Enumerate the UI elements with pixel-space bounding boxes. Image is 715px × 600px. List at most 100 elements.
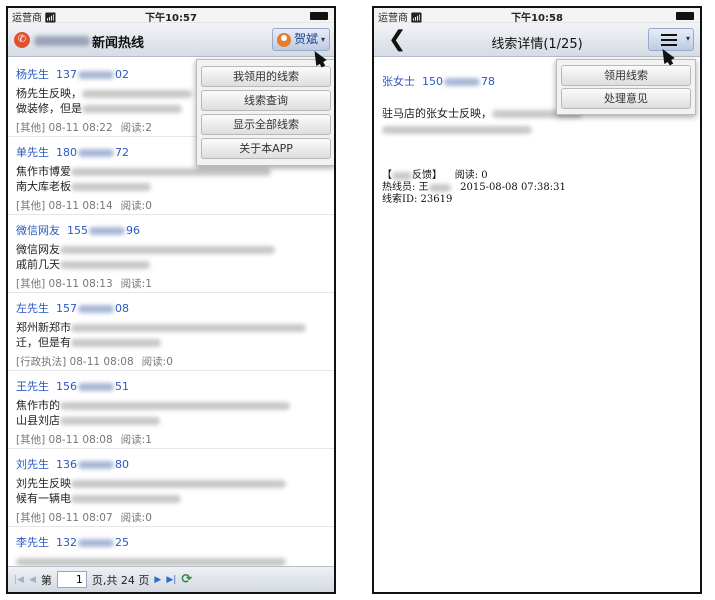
menu-item-handling-opinion[interactable]: 处理意见 xyxy=(561,88,691,109)
redacted-text xyxy=(82,105,182,113)
phone-end: 80 xyxy=(115,458,129,471)
summary-line-2: 候有一辆电 xyxy=(16,492,71,505)
refresh-icon[interactable]: ⟳ xyxy=(181,572,192,587)
phone-start: 180 xyxy=(56,146,77,159)
first-page-icon[interactable]: |◀ xyxy=(14,575,24,585)
phone-screen-news-hotline-list: 运营商 📶︎ 下午10:57 ✆ 新闻热线 贺斌 ▾ 杨先生 137 02 杨先生反… xyxy=(6,6,336,594)
timestamp: 08-11 08:22 xyxy=(48,122,113,134)
user-name: 贺斌 xyxy=(293,32,318,46)
phone-redacted xyxy=(89,227,125,235)
phone-start: 155 xyxy=(67,224,88,237)
category-tag: [其他] xyxy=(16,512,46,524)
menu-item-show-all-clues[interactable]: 显示全部线索 xyxy=(201,114,331,135)
phone-end: 78 xyxy=(481,75,495,88)
phone-end: 51 xyxy=(115,380,129,393)
redacted-text xyxy=(428,183,451,192)
redacted-text xyxy=(71,168,271,176)
category-tag: [其他] xyxy=(16,434,46,446)
list-item[interactable]: 刘先生 136 80 刘先生反映 候有一辆电 [其他] 08-11 08:07 阅读… xyxy=(8,449,334,527)
list-item[interactable]: 微信网友 155 96 微信网友 戚前几天 [其他] 08-11 08:13 阅读:… xyxy=(8,215,334,293)
status-bar: 运营商 📶︎ 下午10:58 xyxy=(374,8,700,24)
read-count: 阅读:0 xyxy=(120,200,152,212)
chevron-down-icon: ▾ xyxy=(685,34,690,43)
summary-line-1: 焦作市博爱 xyxy=(16,165,71,178)
list-item[interactable]: 左先生 157 08 郑州新郑市 迁，但是有 [行政执法] 08-11 08:08… xyxy=(8,293,334,371)
phone-redacted xyxy=(78,305,114,313)
redacted-text xyxy=(60,417,160,425)
caller-name: 杨先生 xyxy=(16,68,49,81)
phone-start: 157 xyxy=(56,302,77,315)
read-count: 阅读:0 xyxy=(120,512,152,524)
caller-name: 单先生 xyxy=(16,146,49,159)
timestamp: 08-11 08:13 xyxy=(48,278,113,290)
summary-line-2: 戚前几天 xyxy=(16,258,60,271)
phone-end: 02 xyxy=(115,68,129,81)
category-tag: [其他] xyxy=(16,122,46,134)
menu-item-clue-search[interactable]: 线索查询 xyxy=(201,90,331,111)
app-title-redacted xyxy=(34,36,90,46)
hamburger-menu-icon xyxy=(661,33,677,46)
list-item[interactable]: 李先生 132 25 xyxy=(8,527,334,566)
phone-redacted xyxy=(78,539,114,547)
redacted-text xyxy=(71,324,306,332)
summary-line-1: 杨先生反映， xyxy=(16,87,82,100)
battery-icon xyxy=(310,12,328,20)
app-title: 新闻热线 xyxy=(92,36,145,51)
read-count: 阅读:0 xyxy=(141,356,173,368)
phone-start: 137 xyxy=(56,68,77,81)
next-page-icon[interactable]: ▶ xyxy=(154,575,161,585)
redacted-text xyxy=(71,183,151,191)
redacted-text xyxy=(392,171,412,180)
phone-end: 25 xyxy=(115,536,129,549)
category-tag: [行政执法] xyxy=(16,356,67,368)
timestamp: 08-11 08:07 xyxy=(48,512,113,524)
actions-menu-button[interactable]: ▾ xyxy=(648,28,694,51)
menu-item-about-app[interactable]: 关于本APP xyxy=(201,138,331,159)
redacted-text xyxy=(382,126,532,134)
operator-time: 2015-08-08 07:38:31 xyxy=(460,182,566,193)
contact-name: 张女士 xyxy=(382,75,415,88)
status-time: 下午10:57 xyxy=(145,13,197,24)
user-dropdown-menu: 我领用的线索 线索查询 显示全部线索 关于本APP xyxy=(196,59,334,166)
summary-line-2: 做装修，但是 xyxy=(16,102,82,115)
caller-name: 微信网友 xyxy=(16,224,60,237)
chevron-down-icon: ▾ xyxy=(320,35,325,44)
timestamp: 08-11 08:08 xyxy=(48,434,113,446)
phone-redacted xyxy=(78,149,114,157)
list-item[interactable]: 王先生 156 51 焦作市的 山县刘店 [其他] 08-11 08:08 阅读:1 xyxy=(8,371,334,449)
user-menu-button[interactable]: 贺斌 ▾ xyxy=(271,28,330,51)
redacted-text xyxy=(71,495,181,503)
timestamp: 08-11 08:08 xyxy=(69,356,134,368)
timestamp: 08-11 08:14 xyxy=(48,200,113,212)
read-count: 阅读:1 xyxy=(120,434,152,446)
phone-start: 150 xyxy=(422,75,443,88)
phone-redacted xyxy=(78,461,114,469)
status-time: 下午10:58 xyxy=(511,13,563,24)
pagination-bar: |◀ ◀ 第 页,共 24 页 ▶ ▶| ⟳ xyxy=(8,566,334,592)
last-page-icon[interactable]: ▶| xyxy=(166,575,176,585)
actions-dropdown-menu: 领用线索 处理意见 xyxy=(556,59,696,115)
phone-start: 132 xyxy=(56,536,77,549)
phone-end: 08 xyxy=(115,302,129,315)
phone-redacted xyxy=(444,78,480,86)
summary-line-1: 微信网友 xyxy=(16,243,60,256)
feedback-open: 【 xyxy=(382,170,392,181)
page-number-input[interactable] xyxy=(56,571,87,588)
detail-header: ❮ 线索详情(1/25) ▾ xyxy=(374,23,700,57)
category-tag: [其他] xyxy=(16,200,46,212)
summary-line-2: 山县刘店 xyxy=(16,414,60,427)
caller-name: 刘先生 xyxy=(16,458,49,471)
app-logo-icon: ✆ xyxy=(14,32,30,48)
summary-line-1: 焦作市的 xyxy=(16,399,60,412)
menu-item-claim-clue[interactable]: 领用线索 xyxy=(561,65,691,86)
read-count: 阅读: 0 xyxy=(454,170,488,181)
phone-screen-clue-detail: 运营商 📶︎ 下午10:58 ❮ 线索详情(1/25) ▾ 张女士 150 78 驻… xyxy=(372,6,702,594)
prev-page-icon[interactable]: ◀ xyxy=(29,575,36,585)
user-avatar-icon xyxy=(276,32,291,47)
read-count: 阅读:1 xyxy=(120,278,152,290)
category-tag: [其他] xyxy=(16,278,46,290)
redacted-text xyxy=(60,246,275,254)
menu-item-my-clues[interactable]: 我领用的线索 xyxy=(201,66,331,87)
redacted-text xyxy=(71,339,161,347)
summary-line-1: 刘先生反映 xyxy=(16,477,71,490)
